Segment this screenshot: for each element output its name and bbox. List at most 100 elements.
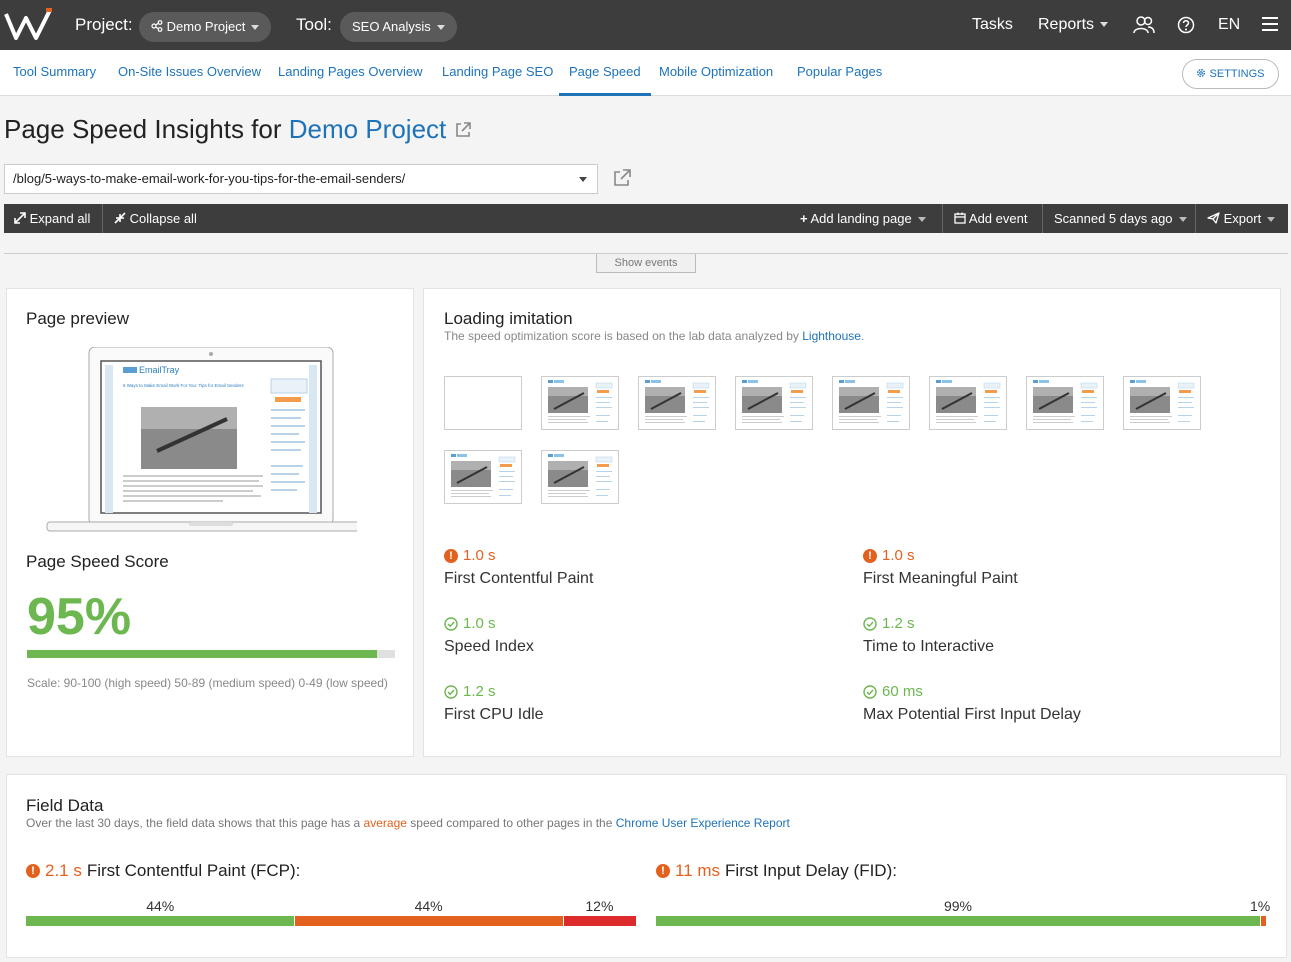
tasks-link[interactable]: Tasks	[972, 16, 1013, 34]
metric-value: 1.0 s	[463, 547, 496, 564]
laptop-preview-image: EmailTray 5 Ways to Make Email Work For …	[46, 347, 357, 532]
page-speed-score-value: 95%	[27, 588, 132, 646]
loading-imitation-subtitle: The speed optimization score is based on…	[444, 329, 864, 343]
tab-tool-summary[interactable]: Tool Summary	[3, 50, 106, 96]
warning-icon: !	[863, 548, 877, 563]
chrome-ux-report-link[interactable]: Chrome User Experience Report	[616, 816, 790, 830]
metric-name: Speed Index	[444, 638, 534, 655]
add-event-button[interactable]: Add event	[944, 204, 1043, 233]
metric-first-meaningful-paint: ! 1.0 s First Meaningful Paint	[863, 547, 1018, 588]
metric-name: First Contentful Paint	[444, 570, 594, 587]
page-speed-score-bar	[27, 650, 395, 658]
metric-name: Max Potential First Input Delay	[863, 706, 1081, 723]
expand-all-button[interactable]: Expand all	[4, 204, 103, 233]
check-circle-icon	[863, 684, 877, 699]
loading-frame	[735, 376, 813, 430]
export-button[interactable]: Export	[1197, 204, 1288, 233]
field-subtitle-pre: Over the last 30 days, the field data sh…	[26, 816, 361, 830]
loading-frame	[444, 450, 522, 504]
chevron-down-icon	[251, 25, 260, 31]
chevron-down-icon	[1178, 217, 1187, 223]
users-icon[interactable]	[1133, 16, 1155, 34]
tab-mobile-optimization[interactable]: Mobile Optimization	[649, 50, 783, 96]
menu-icon[interactable]	[1262, 17, 1278, 31]
landing-page-select[interactable]: /blog/5-ways-to-make-email-work-for-you-…	[4, 164, 598, 194]
fcp-segment	[562, 916, 636, 926]
tab-on-site-issues[interactable]: On-Site Issues Overview	[108, 50, 271, 96]
landing-page-value: /blog/5-ways-to-make-email-work-for-you-…	[13, 171, 406, 186]
scanned-date-label: Scanned 5 days ago	[1054, 211, 1173, 226]
external-link-icon[interactable]	[612, 168, 632, 188]
top-bar: Project: Demo Project Tool: SEO Analysis…	[0, 0, 1291, 50]
chevron-down-icon	[579, 177, 587, 182]
fcp-percent-label: 44%	[146, 898, 175, 914]
scanned-date-select[interactable]: Scanned 5 days ago	[1044, 204, 1196, 233]
expand-icon	[14, 212, 26, 224]
help-icon[interactable]	[1177, 16, 1195, 34]
fid-percent-label: 1%	[1250, 898, 1271, 914]
metric-first-contentful-paint: ! 1.0 s First Contentful Paint	[444, 547, 593, 588]
expand-all-label: Expand all	[29, 211, 91, 226]
tab-popular-pages[interactable]: Popular Pages	[787, 50, 892, 96]
add-landing-page-button[interactable]: + Add landing page	[790, 204, 943, 233]
fid-name: First Input Delay (FID):	[725, 861, 897, 880]
chevron-down-icon	[917, 217, 926, 223]
lighthouse-link[interactable]: Lighthouse	[802, 329, 861, 343]
chevron-down-icon	[1267, 217, 1276, 223]
tool-value: SEO Analysis	[352, 19, 431, 34]
field-data-subtitle: Over the last 30 days, the field data sh…	[26, 816, 790, 830]
show-events-button[interactable]: Show events	[596, 254, 696, 273]
metric-name: Time to Interactive	[863, 638, 995, 655]
collapse-icon	[114, 212, 126, 224]
project-label: Project:	[75, 15, 133, 34]
loading-subtitle-text: The speed optimization score is based on…	[444, 329, 799, 343]
settings-button[interactable]: SETTINGS	[1182, 59, 1279, 89]
metric-value: 1.0 s	[882, 547, 915, 564]
page-preview-title: Page preview	[26, 309, 130, 328]
fcp-distribution-bar	[26, 916, 636, 926]
loading-imitation-card: Loading imitation The speed optimization…	[423, 288, 1281, 757]
share-icon	[151, 20, 163, 32]
metric-value: 1.2 s	[882, 615, 915, 632]
gear-icon	[1197, 69, 1206, 77]
send-icon	[1207, 212, 1220, 224]
metric-first-cpu-idle: 1.2 s First CPU Idle	[444, 683, 544, 724]
fid-value: 11 ms	[675, 861, 721, 880]
metric-name: First CPU Idle	[444, 706, 544, 723]
check-circle-icon	[863, 616, 877, 631]
action-bar: Expand all Collapse all + Add landing pa…	[4, 204, 1288, 233]
page-title-project-link[interactable]: Demo Project	[289, 114, 447, 144]
loading-frame	[638, 376, 716, 430]
field-data-title: Field Data	[26, 796, 104, 815]
loading-frame	[1026, 376, 1104, 430]
fid-percent-label: 99%	[943, 898, 972, 914]
external-link-icon[interactable]	[454, 121, 472, 139]
loading-subtitle-end: .	[860, 329, 865, 343]
metric-time-to-interactive: 1.2 s Time to Interactive	[863, 615, 994, 656]
field-data-card: Field Data Over the last 30 days, the fi…	[6, 774, 1287, 958]
fcp-segment	[26, 916, 295, 926]
add-event-label: Add event	[968, 211, 1028, 226]
page-title: Page Speed Insights for Demo Project	[4, 114, 472, 145]
calendar-icon	[954, 212, 966, 224]
language-select[interactable]: EN	[1218, 16, 1240, 34]
metric-name: First Meaningful Paint	[863, 570, 1018, 587]
tool-label: Tool:	[296, 15, 332, 34]
check-circle-icon	[444, 684, 458, 699]
tool-select[interactable]: SEO Analysis	[340, 12, 457, 42]
plus-icon: +	[800, 211, 808, 226]
project-select[interactable]: Demo Project	[139, 12, 272, 42]
reports-menu[interactable]: Reports	[1038, 16, 1109, 34]
fcp-value: 2.1 s	[45, 861, 82, 880]
fcp-percent-label: 44%	[414, 898, 443, 914]
tab-page-speed[interactable]: Page Speed	[559, 50, 651, 96]
app-logo[interactable]	[4, 8, 54, 42]
tab-landing-page-seo[interactable]: Landing Page SEO	[432, 50, 563, 96]
add-landing-page-label: Add landing page	[810, 211, 912, 226]
fid-metric: ! 11 ms First Input Delay (FID):	[656, 861, 897, 881]
warning-icon: !	[26, 864, 40, 878]
tab-landing-pages-overview[interactable]: Landing Pages Overview	[268, 50, 433, 96]
check-circle-icon	[444, 616, 458, 631]
collapse-all-button[interactable]: Collapse all	[104, 204, 210, 233]
field-subtitle-average: average	[363, 816, 407, 830]
